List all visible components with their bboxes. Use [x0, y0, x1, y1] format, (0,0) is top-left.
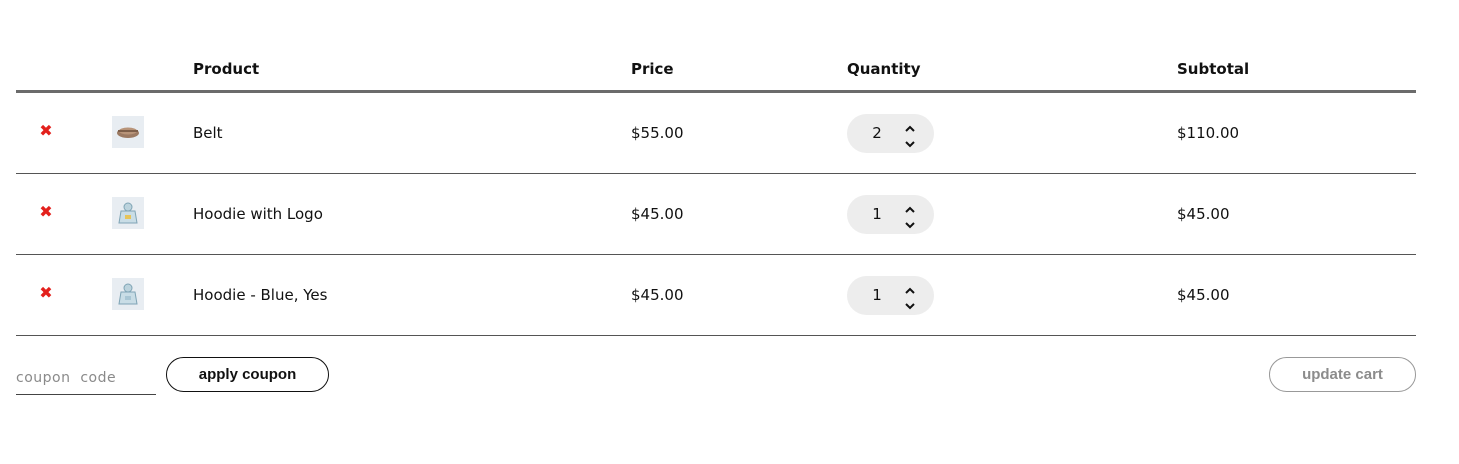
header-price: Price [631, 60, 674, 78]
hoodie-thumbnail[interactable] [112, 278, 144, 310]
remove-icon[interactable]: ✖ [38, 123, 54, 139]
quantity-stepper[interactable]: 1 [847, 195, 934, 234]
chevron-down-icon[interactable] [903, 135, 917, 148]
header-quantity: Quantity [847, 60, 921, 78]
apply-coupon-button[interactable]: apply coupon [166, 357, 329, 392]
cart-actions: apply coupon update cart [16, 357, 1416, 397]
coupon-code-input[interactable] [16, 357, 156, 395]
quantity-value[interactable]: 2 [865, 123, 889, 143]
belt-thumbnail[interactable] [112, 116, 144, 148]
product-subtotal: $45.00 [1177, 286, 1230, 304]
chevron-up-icon[interactable] [903, 120, 917, 132]
chevron-up-icon[interactable] [903, 282, 917, 294]
header-subtotal: Subtotal [1177, 60, 1250, 78]
table-row: ✖ Hoodie - Blue, Yes $45.00 1 $45.00 [16, 255, 1416, 336]
product-name[interactable]: Hoodie - Blue, Yes [193, 285, 327, 305]
remove-icon[interactable]: ✖ [38, 285, 54, 301]
product-subtotal: $110.00 [1177, 124, 1240, 142]
quantity-stepper[interactable]: 1 [847, 276, 934, 315]
product-name[interactable]: Hoodie with Logo [193, 204, 323, 224]
chevron-up-icon[interactable] [903, 201, 917, 213]
product-name[interactable]: Belt [193, 123, 223, 143]
header-product: Product [193, 60, 260, 78]
product-subtotal: $45.00 [1177, 205, 1230, 223]
quantity-value[interactable]: 1 [865, 204, 889, 224]
quantity-stepper[interactable]: 2 [847, 114, 934, 153]
product-price: $45.00 [631, 205, 684, 223]
hoodie-thumbnail[interactable] [112, 197, 144, 229]
chevron-down-icon[interactable] [903, 216, 917, 229]
quantity-value[interactable]: 1 [865, 285, 889, 305]
remove-icon[interactable]: ✖ [38, 204, 54, 220]
update-cart-button[interactable]: update cart [1269, 357, 1416, 392]
product-price: $55.00 [631, 124, 684, 142]
table-header: Product Price Quantity Subtotal [16, 0, 1416, 93]
table-row: ✖ Hoodie with Logo $45.00 1 $45.00 [16, 174, 1416, 255]
product-price: $45.00 [631, 286, 684, 304]
chevron-down-icon[interactable] [903, 297, 917, 310]
table-row: ✖ Belt $55.00 2 $110.00 [16, 93, 1416, 174]
